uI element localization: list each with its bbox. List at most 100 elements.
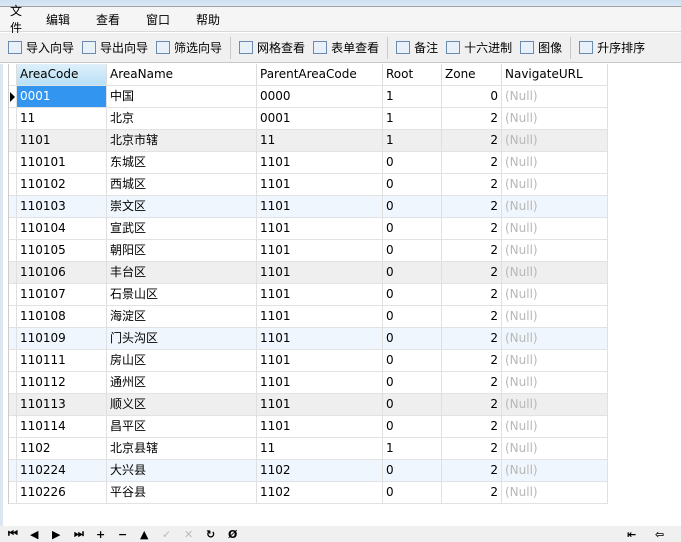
- cell-Root[interactable]: 1: [383, 86, 442, 107]
- cell-NavigateURL[interactable]: (Null): [502, 482, 608, 503]
- cell-AreaName[interactable]: 大兴县: [107, 460, 257, 481]
- row-indicator[interactable]: [9, 262, 17, 283]
- cell-ParentAreaCode[interactable]: 1101: [257, 196, 383, 217]
- column-header-AreaCode[interactable]: AreaCode: [17, 64, 107, 85]
- cell-Zone[interactable]: 2: [442, 284, 502, 305]
- row-indicator[interactable]: [9, 482, 17, 503]
- cancel-edit-button[interactable]: ✕: [184, 528, 206, 541]
- table-row[interactable]: 110102 西城区 1101 0 2 (Null): [9, 174, 608, 196]
- toolbar-button-1[interactable]: 导出向导: [82, 39, 148, 56]
- row-indicator[interactable]: [9, 130, 17, 151]
- cell-Zone[interactable]: 2: [442, 394, 502, 415]
- table-row[interactable]: 110103 崇文区 1101 0 2 (Null): [9, 196, 608, 218]
- cell-AreaName[interactable]: 西城区: [107, 174, 257, 195]
- cell-Zone[interactable]: 2: [442, 350, 502, 371]
- menu-item[interactable]: 帮助: [186, 11, 236, 28]
- scroll-prev-button[interactable]: ⇦: [655, 528, 677, 541]
- cell-Root[interactable]: 0: [383, 240, 442, 261]
- cell-NavigateURL[interactable]: (Null): [502, 196, 608, 217]
- table-row[interactable]: 110101 东城区 1101 0 2 (Null): [9, 152, 608, 174]
- toolbar-button-7[interactable]: 图像: [520, 39, 562, 56]
- cell-Zone[interactable]: 2: [442, 108, 502, 129]
- cell-Root[interactable]: 0: [383, 218, 442, 239]
- table-row[interactable]: 110224 大兴县 1102 0 2 (Null): [9, 460, 608, 482]
- cell-NavigateURL[interactable]: (Null): [502, 218, 608, 239]
- cell-ParentAreaCode[interactable]: 1101: [257, 416, 383, 437]
- column-header-NavigateURL[interactable]: NavigateURL: [502, 64, 608, 85]
- cell-NavigateURL[interactable]: (Null): [502, 328, 608, 349]
- cell-AreaName[interactable]: 宣武区: [107, 218, 257, 239]
- table-row[interactable]: 110112 通州区 1101 0 2 (Null): [9, 372, 608, 394]
- cell-AreaCode[interactable]: 110226: [17, 482, 107, 503]
- cell-AreaCode[interactable]: 110101: [17, 152, 107, 173]
- first-record-button[interactable]: ⏮: [8, 527, 30, 541]
- cell-AreaCode[interactable]: 110107: [17, 284, 107, 305]
- cell-AreaName[interactable]: 东城区: [107, 152, 257, 173]
- table-row[interactable]: 110113 顺义区 1101 0 2 (Null): [9, 394, 608, 416]
- toolbar-button-4[interactable]: 表单查看: [313, 39, 379, 56]
- scroll-first-button[interactable]: ⇤: [627, 528, 649, 541]
- cell-ParentAreaCode[interactable]: 1101: [257, 350, 383, 371]
- column-header-Zone[interactable]: Zone: [442, 64, 502, 85]
- column-header-ParentAreaCode[interactable]: ParentAreaCode: [257, 64, 383, 85]
- cell-Root[interactable]: 0: [383, 284, 442, 305]
- cell-ParentAreaCode[interactable]: 1101: [257, 394, 383, 415]
- row-indicator[interactable]: [9, 438, 17, 459]
- cell-Root[interactable]: 0: [383, 328, 442, 349]
- cell-NavigateURL[interactable]: (Null): [502, 372, 608, 393]
- cell-Zone[interactable]: 2: [442, 416, 502, 437]
- cell-ParentAreaCode[interactable]: 1101: [257, 174, 383, 195]
- cell-AreaCode[interactable]: 110106: [17, 262, 107, 283]
- cell-Zone[interactable]: 2: [442, 218, 502, 239]
- table-row[interactable]: 110111 房山区 1101 0 2 (Null): [9, 350, 608, 372]
- row-indicator[interactable]: [9, 372, 17, 393]
- menu-item[interactable]: 窗口: [136, 11, 186, 28]
- cell-AreaName[interactable]: 通州区: [107, 372, 257, 393]
- table-row[interactable]: 110104 宣武区 1101 0 2 (Null): [9, 218, 608, 240]
- menu-item[interactable]: 编辑: [36, 11, 86, 28]
- cell-AreaCode[interactable]: 110105: [17, 240, 107, 261]
- prior-record-button[interactable]: ◀: [30, 528, 52, 541]
- toolbar-button-6[interactable]: 十六进制: [446, 39, 512, 56]
- cell-NavigateURL[interactable]: (Null): [502, 174, 608, 195]
- column-header-Root[interactable]: Root: [383, 64, 442, 85]
- cell-AreaCode[interactable]: 110102: [17, 174, 107, 195]
- cell-AreaCode[interactable]: 110109: [17, 328, 107, 349]
- toolbar-button-5[interactable]: 备注: [396, 39, 438, 56]
- cell-Root[interactable]: 1: [383, 130, 442, 151]
- table-row[interactable]: 110109 门头沟区 1101 0 2 (Null): [9, 328, 608, 350]
- cell-AreaName[interactable]: 房山区: [107, 350, 257, 371]
- cell-Root[interactable]: 0: [383, 416, 442, 437]
- cell-AreaCode[interactable]: 110224: [17, 460, 107, 481]
- cell-Root[interactable]: 0: [383, 394, 442, 415]
- insert-record-button[interactable]: +: [96, 528, 118, 541]
- cell-NavigateURL[interactable]: (Null): [502, 416, 608, 437]
- last-record-button[interactable]: ⏭: [74, 527, 96, 541]
- cell-ParentAreaCode[interactable]: 1101: [257, 152, 383, 173]
- cell-Zone[interactable]: 2: [442, 152, 502, 173]
- cell-AreaName[interactable]: 海淀区: [107, 306, 257, 327]
- cell-ParentAreaCode[interactable]: 11: [257, 130, 383, 151]
- cell-ParentAreaCode[interactable]: 1101: [257, 306, 383, 327]
- cell-NavigateURL[interactable]: (Null): [502, 130, 608, 151]
- cell-NavigateURL[interactable]: (Null): [502, 284, 608, 305]
- cell-AreaCode[interactable]: 110113: [17, 394, 107, 415]
- cell-Zone[interactable]: 2: [442, 174, 502, 195]
- cell-AreaCode[interactable]: 1101: [17, 130, 107, 151]
- cell-Zone[interactable]: 2: [442, 328, 502, 349]
- cell-NavigateURL[interactable]: (Null): [502, 108, 608, 129]
- row-indicator[interactable]: [9, 196, 17, 217]
- cell-Zone[interactable]: 2: [442, 438, 502, 459]
- cell-AreaCode[interactable]: 0001: [17, 86, 107, 107]
- menu-item[interactable]: 文件: [0, 2, 36, 36]
- cell-NavigateURL[interactable]: (Null): [502, 262, 608, 283]
- table-row[interactable]: 110226 平谷县 1102 0 2 (Null): [9, 482, 608, 504]
- cell-Zone[interactable]: 2: [442, 196, 502, 217]
- cell-AreaName[interactable]: 平谷县: [107, 482, 257, 503]
- cell-ParentAreaCode[interactable]: 1101: [257, 240, 383, 261]
- set-null-button[interactable]: Ø: [228, 528, 250, 541]
- row-indicator[interactable]: [9, 174, 17, 195]
- row-indicator[interactable]: [9, 284, 17, 305]
- cell-Root[interactable]: 0: [383, 152, 442, 173]
- cell-Root[interactable]: 1: [383, 438, 442, 459]
